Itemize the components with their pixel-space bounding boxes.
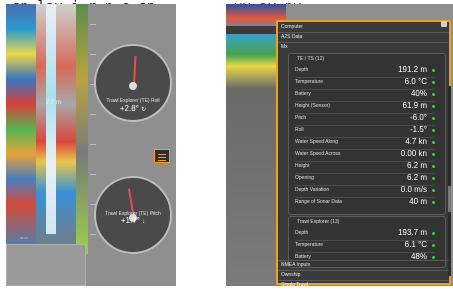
echogram-column-right xyxy=(76,4,88,254)
status-dot-icon xyxy=(432,244,435,247)
depth-readout: 7.7 m xyxy=(46,100,62,106)
close-icon[interactable] xyxy=(441,21,447,27)
group-trawl-explorer-title: Trawl Explorer (13) xyxy=(297,219,340,225)
status-dot-icon xyxy=(432,81,435,84)
status-dot-icon xyxy=(432,232,435,235)
status-dot-icon xyxy=(432,129,435,132)
time-label: 00:15 xyxy=(20,236,28,240)
status-dot-icon xyxy=(432,177,435,180)
table-row: Battery 48% xyxy=(295,252,435,264)
bottom-info-box xyxy=(6,244,86,286)
pitch-gauge-value: +1.7° xyxy=(120,216,140,225)
menu-item-mx[interactable]: Mx xyxy=(281,43,288,51)
sensor-data-menu: Computer A2S Data Mx TE / TS (12) Depth 1… xyxy=(276,20,451,288)
status-dot-icon xyxy=(432,256,435,259)
menu-item-a2s-data[interactable]: A2S Data xyxy=(281,33,302,41)
status-dot-icon xyxy=(432,69,435,72)
echogram-column-center xyxy=(36,4,76,254)
status-dot-icon xyxy=(432,141,435,144)
pitch-gauge: Trawl Explorer (TE) Pitch +1.7° ↓ xyxy=(94,176,172,254)
menu-item-computer[interactable]: Computer xyxy=(281,23,303,31)
roll-gauge-value: +2.8° xyxy=(119,104,139,113)
roll-arrow-icon: ↻ xyxy=(141,107,147,113)
status-dot-icon xyxy=(432,105,435,108)
group-te-ts: TE / TS (12) Depth 191.2 m Temperature 6.0… xyxy=(288,53,446,215)
status-dot-icon xyxy=(432,189,435,192)
menu-scrollbar[interactable] xyxy=(448,86,451,276)
table-row: Range of Sonar Data 40 m xyxy=(295,197,435,209)
left-echogram-pane: 7.7 m Trawl Explorer (TE) Roll +2.8° ↻ T… xyxy=(6,4,176,286)
menu-scrollbar-thumb[interactable] xyxy=(448,186,451,212)
menu-item-single-trawl[interactable]: Single Trawl xyxy=(281,281,308,289)
status-dot-icon xyxy=(432,117,435,120)
status-dot-icon xyxy=(432,93,435,96)
group-te-ts-title: TE / TS (12) xyxy=(297,56,325,62)
panel-resize-handle[interactable] xyxy=(154,149,170,163)
status-dot-icon xyxy=(432,153,435,156)
echogram-column-left xyxy=(6,4,36,254)
status-dot-icon xyxy=(432,165,435,168)
echogram-target-bar xyxy=(46,4,56,234)
status-dot-icon xyxy=(432,201,435,204)
menu-item-nmea-inputs[interactable]: NMEA Inputs xyxy=(281,261,310,269)
menu-item-ownship[interactable]: Ownship xyxy=(281,271,300,279)
roll-gauge: Trawl Explorer (TE) Roll +2.8° ↻ xyxy=(94,44,172,122)
pitch-arrow-icon: ↓ xyxy=(142,219,146,225)
